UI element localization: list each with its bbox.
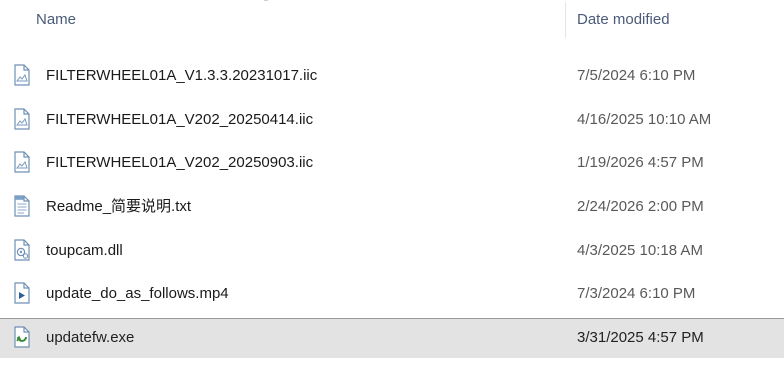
file-date-modified: 7/3/2024 6:10 PM bbox=[577, 285, 696, 303]
file-row[interactable]: FILTERWHEEL01A_V202_20250414.iic 4/16/20… bbox=[0, 100, 784, 140]
file-row[interactable]: toupcam.dll 4/3/2025 10:18 AM bbox=[0, 231, 784, 271]
file-date-modified: 4/3/2025 10:18 AM bbox=[577, 241, 703, 259]
file-date-modified: 7/5/2024 6:10 PM bbox=[577, 67, 696, 84]
text-file-icon bbox=[10, 194, 34, 218]
file-row[interactable]: Readme_简要说明.txt 2/24/2026 2:00 PM bbox=[0, 187, 784, 227]
video-file-icon bbox=[10, 281, 34, 305]
file-row-selected[interactable]: updatefw.exe 3/31/2025 4:57 PM bbox=[0, 318, 784, 359]
file-date-modified: 4/16/2025 10:10 AM bbox=[577, 110, 712, 128]
column-header-name[interactable]: Name bbox=[36, 9, 76, 31]
file-name: updatefw.exe bbox=[46, 329, 135, 347]
generic-file-icon bbox=[10, 63, 34, 87]
sort-caret-icon: ⌃ bbox=[262, 0, 270, 7]
column-divider[interactable] bbox=[565, 2, 566, 38]
file-date-modified: 1/19/2026 4:57 PM bbox=[577, 154, 704, 172]
file-date-modified: 3/31/2025 4:57 PM bbox=[577, 329, 704, 347]
file-name: FILTERWHEEL01A_V202_20250903.iic bbox=[46, 154, 314, 172]
file-name: FILTERWHEEL01A_V202_20250414.iic bbox=[46, 110, 314, 128]
file-name: update_do_as_follows.mp4 bbox=[46, 285, 229, 303]
generic-file-icon bbox=[10, 107, 34, 131]
file-name: Readme_简要说明.txt bbox=[46, 198, 192, 216]
column-header-date-modified[interactable]: Date modified bbox=[577, 9, 670, 31]
file-row[interactable]: FILTERWHEEL01A_V202_20250903.iic 1/19/20… bbox=[0, 143, 784, 183]
dll-file-icon bbox=[10, 238, 34, 262]
file-list: FILTERWHEEL01A_V1.3.3.20231017.iic 7/5/2… bbox=[0, 56, 784, 362]
exe-file-icon bbox=[10, 325, 34, 349]
file-date-modified: 2/24/2026 2:00 PM bbox=[577, 198, 704, 216]
generic-file-icon bbox=[10, 150, 34, 174]
file-row[interactable]: FILTERWHEEL01A_V1.3.3.20231017.iic 7/5/2… bbox=[0, 56, 784, 96]
file-row[interactable]: update_do_as_follows.mp4 7/3/2024 6:10 P… bbox=[0, 274, 784, 314]
file-name: toupcam.dll bbox=[46, 241, 123, 259]
column-header-bar: ⌃ Name Date modified bbox=[0, 0, 784, 40]
file-name: FILTERWHEEL01A_V1.3.3.20231017.iic bbox=[46, 67, 318, 84]
